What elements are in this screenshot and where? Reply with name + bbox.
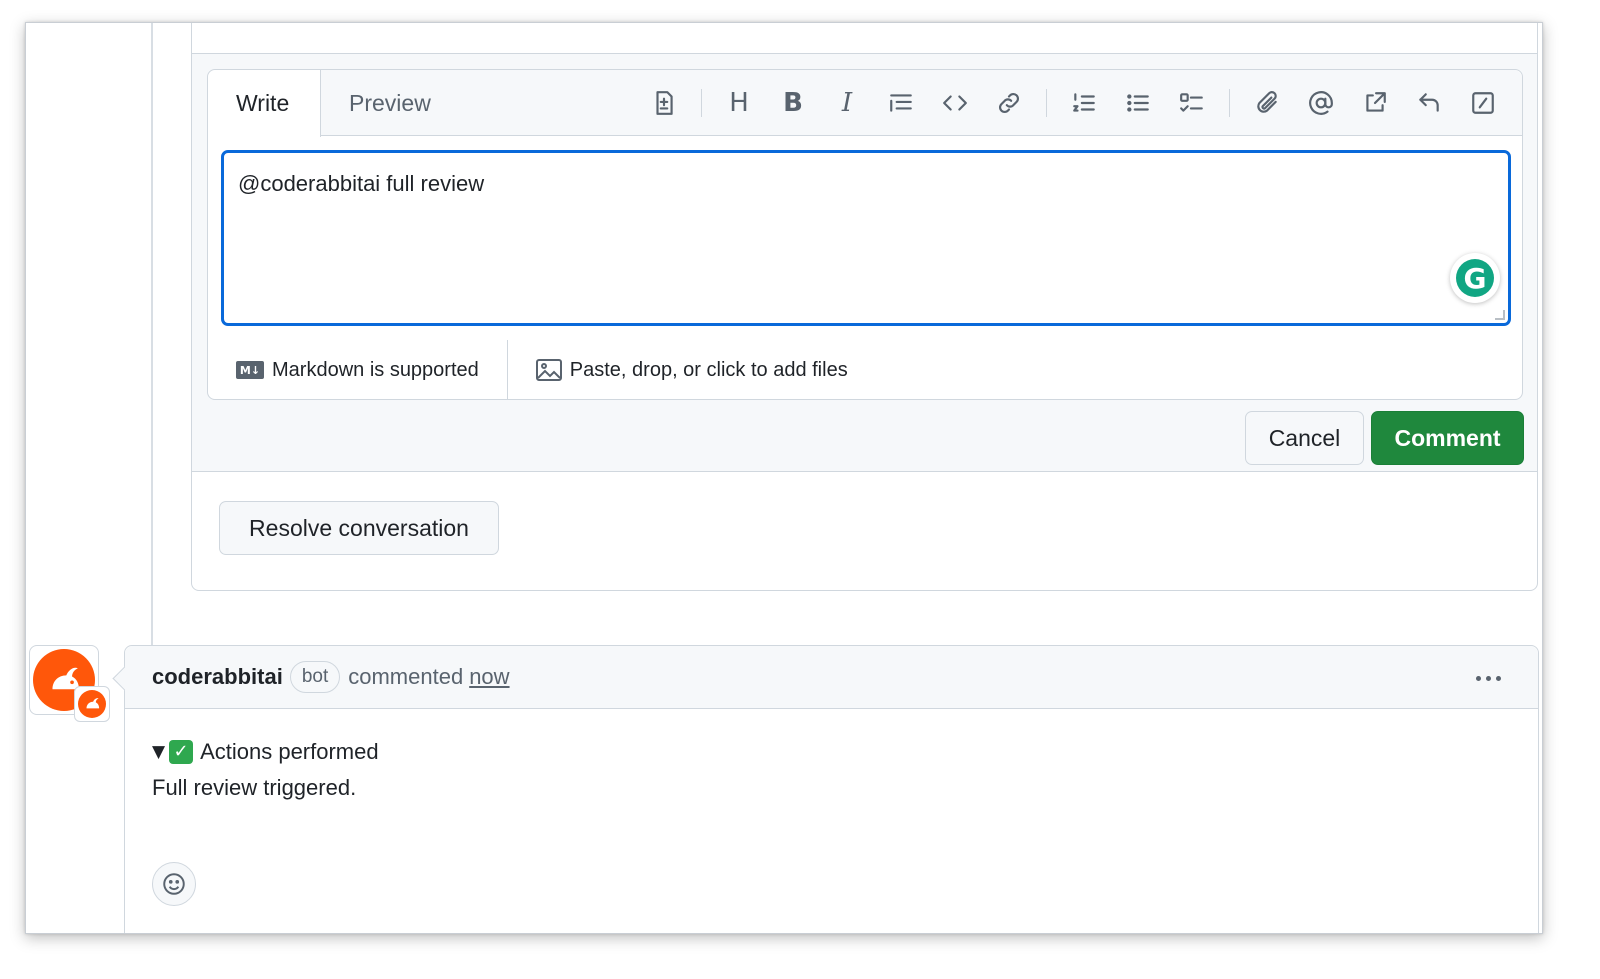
timeline-comment: coderabbitai bot commented now ▼ ✓ Actio… <box>124 645 1539 933</box>
code-icon[interactable] <box>935 83 975 123</box>
markdown-editor: Write Preview H B I @coderabbitai full r… <box>207 69 1523 400</box>
mention-icon[interactable] <box>1301 83 1341 123</box>
review-thread-header <box>192 23 1537 54</box>
link-icon[interactable] <box>989 83 1029 123</box>
tab-write[interactable]: Write <box>208 70 321 137</box>
more-options-icon[interactable] <box>1468 664 1508 692</box>
comment-body: ▼ ✓ Actions performed Full review trigge… <box>152 734 379 806</box>
editor-header: Write Preview H B I <box>208 70 1522 137</box>
file-upload-hint[interactable]: Paste, drop, or click to add files <box>508 340 848 400</box>
check-mark-icon: ✓ <box>169 740 194 764</box>
toolbar-divider <box>1046 89 1047 117</box>
comment-text: Full review triggered. <box>152 775 357 800</box>
comment-author[interactable]: coderabbitai <box>152 664 283 690</box>
resolve-conversation-button[interactable]: Resolve conversation <box>219 501 499 555</box>
formatting-toolbar: H B I <box>637 83 1510 123</box>
task-list-icon[interactable] <box>1172 83 1212 123</box>
image-icon <box>535 359 562 381</box>
resize-handle[interactable] <box>1495 310 1505 320</box>
cancel-button[interactable]: Cancel <box>1245 411 1364 465</box>
tab-preview[interactable]: Preview <box>321 70 459 136</box>
bold-icon[interactable]: B <box>773 83 813 123</box>
bot-badge: bot <box>289 661 341 693</box>
markdown-hint[interactable]: M↓ Markdown is supported <box>208 340 508 400</box>
comment-header: coderabbitai bot commented now <box>125 646 1538 709</box>
details-summary[interactable]: ▼ ✓ Actions performed <box>152 734 379 770</box>
textarea-value: @coderabbitai full review <box>238 171 485 196</box>
italic-icon[interactable]: I <box>827 83 867 123</box>
cross-reference-icon[interactable] <box>1355 83 1395 123</box>
comment-action: commented <box>348 664 464 689</box>
bot-avatar-badge <box>74 686 110 722</box>
reply-form: Write Preview H B I @coderabbitai full r… <box>192 54 1537 472</box>
avatar[interactable] <box>29 645 110 722</box>
editor-footer: M↓ Markdown is supported Paste, drop, or… <box>208 340 1522 400</box>
attach-icon[interactable] <box>1247 83 1287 123</box>
ordered-list-icon[interactable] <box>1064 83 1104 123</box>
comment-timestamp[interactable]: now <box>469 664 509 690</box>
rabbit-icon <box>78 690 106 718</box>
toolbar-divider <box>701 89 702 117</box>
markdown-icon: M↓ <box>236 361 264 379</box>
review-thread: Write Preview H B I @coderabbitai full r… <box>191 23 1538 591</box>
grammarly-letter: G <box>1456 259 1494 297</box>
markdown-hint-label: Markdown is supported <box>272 358 479 381</box>
add-reaction-button[interactable] <box>152 862 196 906</box>
slash-command-icon[interactable] <box>1463 83 1503 123</box>
grammarly-icon[interactable]: G <box>1450 253 1500 303</box>
comment-button[interactable]: Comment <box>1371 411 1524 465</box>
timeline-line <box>151 23 153 648</box>
summary-label: Actions performed <box>200 739 379 764</box>
add-suggestion-icon[interactable] <box>644 83 684 123</box>
toolbar-divider <box>1229 89 1230 117</box>
comment-textarea[interactable]: @coderabbitai full review G <box>221 150 1511 326</box>
window-frame: Write Preview H B I @coderabbitai full r… <box>25 22 1543 934</box>
disclosure-triangle-icon: ▼ <box>152 742 166 762</box>
file-upload-label: Paste, drop, or click to add files <box>569 358 848 381</box>
quote-icon[interactable] <box>881 83 921 123</box>
smiley-icon <box>163 873 185 895</box>
saved-reply-icon[interactable] <box>1409 83 1449 123</box>
heading-icon[interactable]: H <box>719 83 759 123</box>
unordered-list-icon[interactable] <box>1118 83 1158 123</box>
